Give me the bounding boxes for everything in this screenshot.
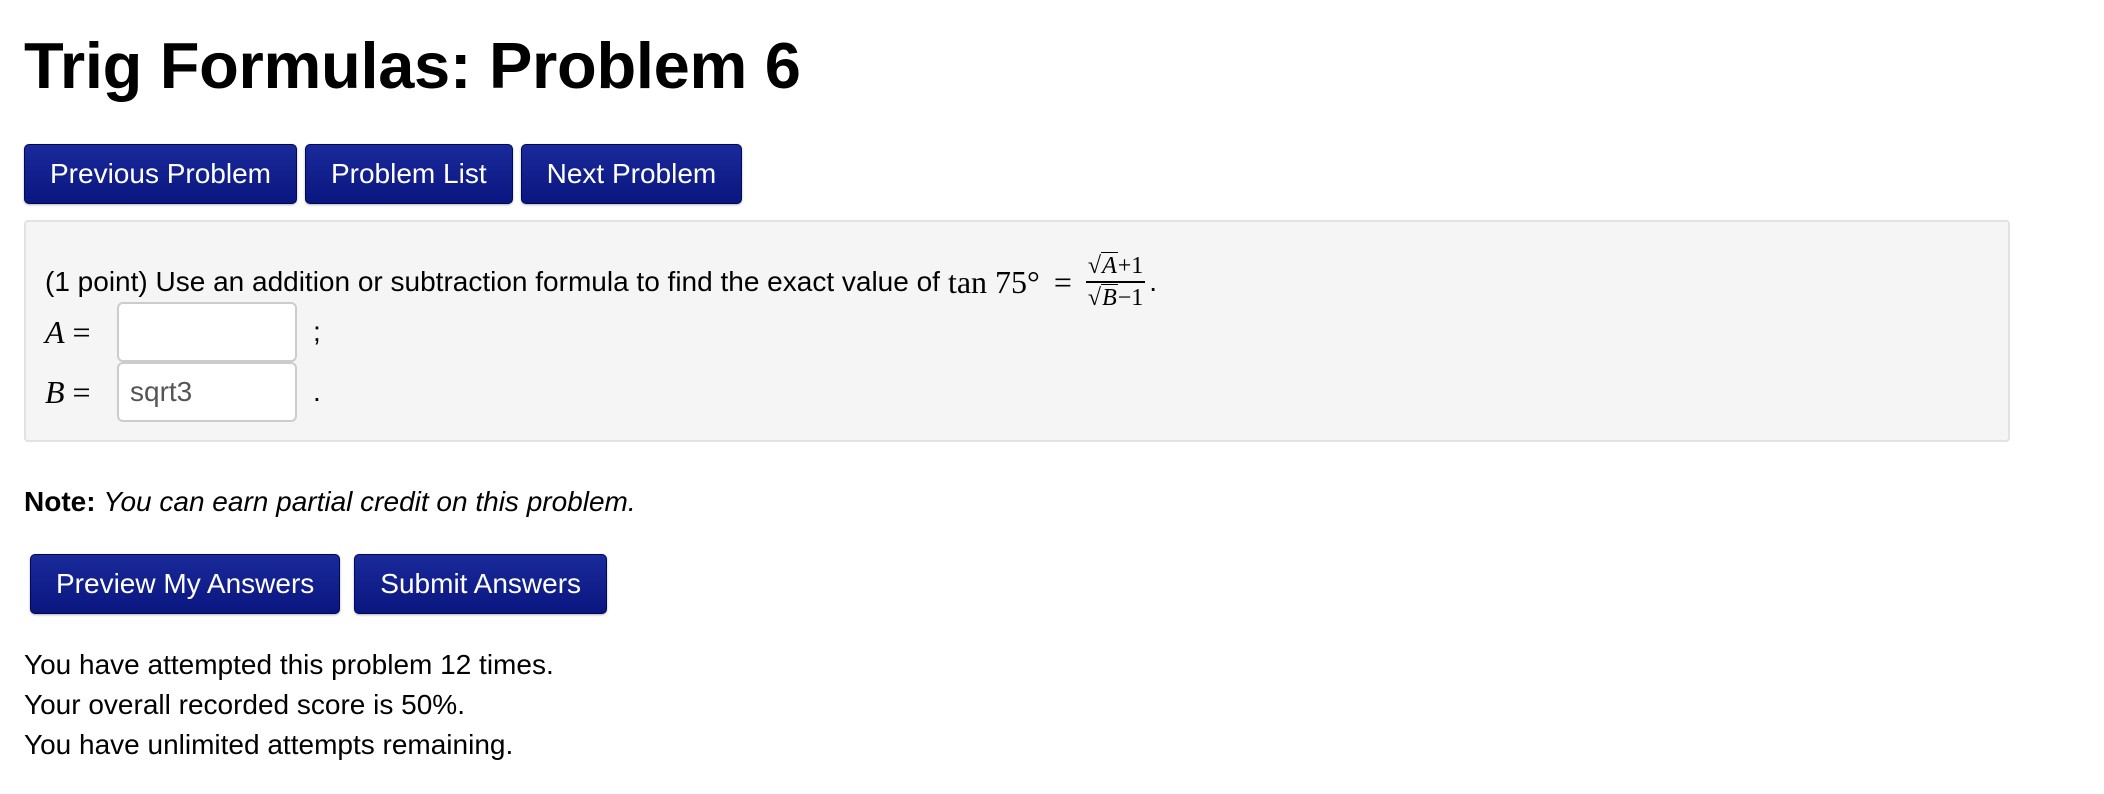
page-title: Trig Formulas: Problem 6 xyxy=(24,29,801,102)
problem-text: Use an addition or subtraction formula t… xyxy=(155,266,940,297)
note-label: Note: xyxy=(24,486,96,517)
equals-sign: = xyxy=(1053,263,1072,300)
previous-problem-button[interactable]: Previous Problem xyxy=(24,144,297,204)
answer-row-a: A = ; xyxy=(45,302,321,362)
problem-navigation: Previous Problem Problem List Next Probl… xyxy=(24,144,743,204)
answer-label-b: B = xyxy=(45,373,91,410)
submit-answers-button[interactable]: Submit Answers xyxy=(354,554,608,614)
preview-answers-button[interactable]: Preview My Answers xyxy=(30,554,341,614)
denominator-rest: −1 xyxy=(1117,285,1144,311)
fraction-numerator: √A+1 xyxy=(1085,252,1146,283)
next-problem-button[interactable]: Next Problem xyxy=(520,144,743,204)
numerator-var: A xyxy=(1101,252,1118,279)
answer-separator-b: . xyxy=(313,376,321,407)
fraction-denominator: √B−1 xyxy=(1086,283,1145,312)
statement-period: . xyxy=(1149,266,1158,297)
attempt-status: You have attempted this problem 12 times… xyxy=(24,645,554,765)
fraction: √A+1 √B−1 xyxy=(1085,252,1146,312)
attempts-remaining: You have unlimited attempts remaining. xyxy=(24,729,514,760)
problem-box: (1 point) Use an addition or subtraction… xyxy=(24,220,2010,442)
sqrt-symbol: √ xyxy=(1087,285,1102,311)
numerator-rest: +1 xyxy=(1117,253,1144,279)
problem-points: (1 point) xyxy=(45,266,148,297)
attempts-count: You have attempted this problem 12 times… xyxy=(24,649,554,680)
recorded-score: Your overall recorded score is 50%. xyxy=(24,689,465,720)
answer-label-a: A = xyxy=(45,313,91,350)
note-text: You can earn partial credit on this prob… xyxy=(103,486,636,517)
tan-expression: tan 75° xyxy=(947,263,1040,300)
partial-credit-note: Note: You can earn partial credit on thi… xyxy=(24,486,636,518)
sqrt-symbol: √ xyxy=(1087,253,1102,279)
problem-list-button[interactable]: Problem List xyxy=(304,144,513,204)
answer-input-a[interactable] xyxy=(117,302,297,362)
answer-row-b: B = . xyxy=(45,362,321,422)
answer-actions: Preview My Answers Submit Answers xyxy=(30,554,608,614)
denominator-var: B xyxy=(1101,284,1118,311)
answer-input-b[interactable] xyxy=(117,362,297,422)
answer-separator-a: ; xyxy=(313,316,321,347)
